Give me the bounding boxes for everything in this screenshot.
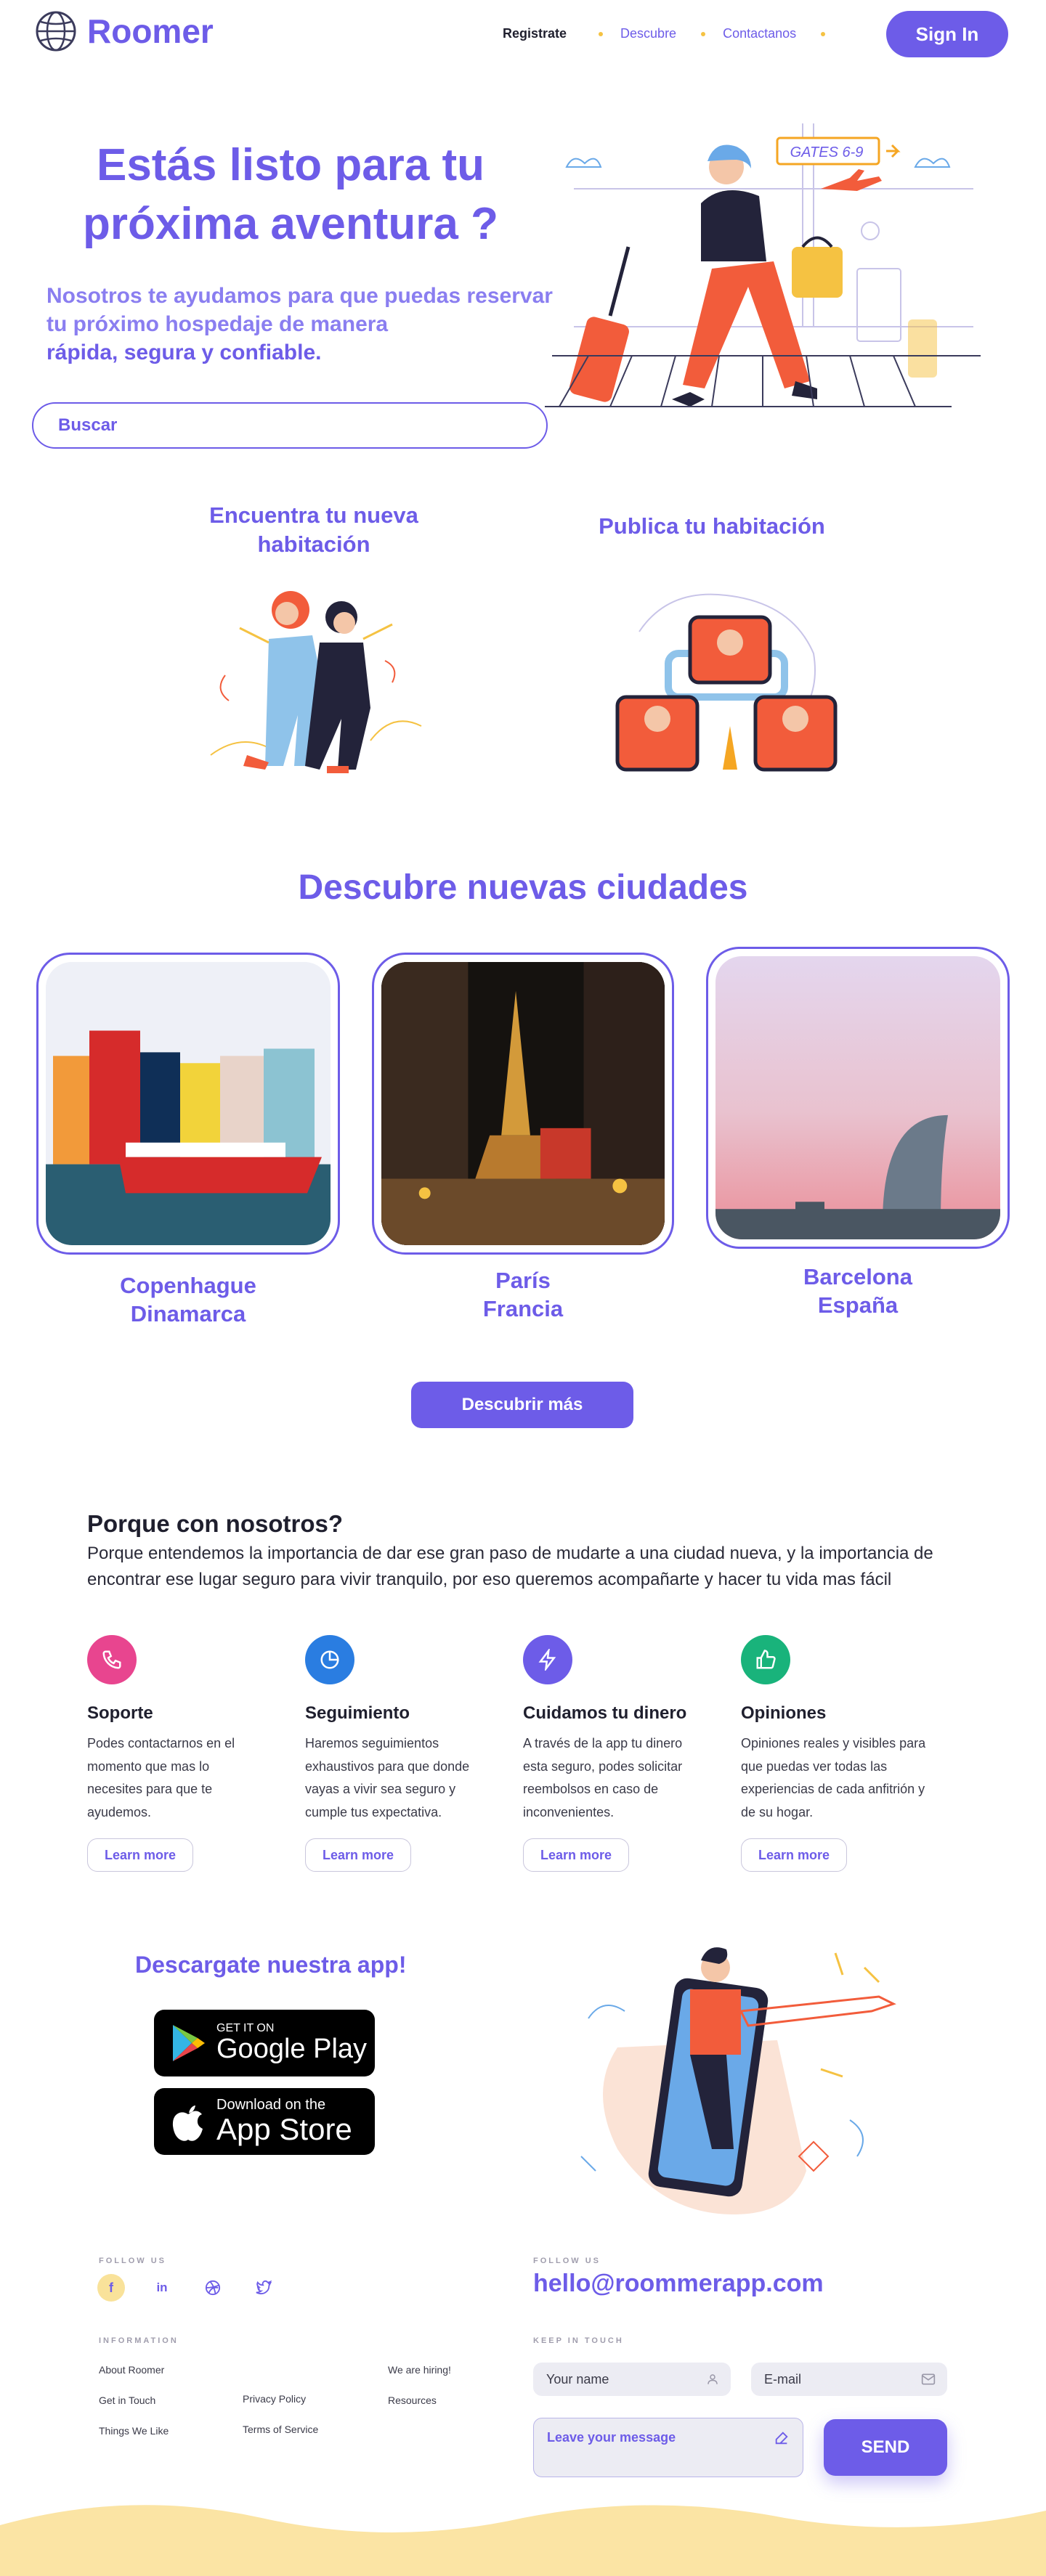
app-download-title: Descargate nuestra app!	[135, 1952, 407, 1978]
google-play-big-text: Google Play	[216, 2034, 368, 2065]
globe-icon	[36, 11, 76, 52]
nav-contactanos[interactable]: Contactanos	[723, 26, 796, 41]
footer-link-resources[interactable]: Resources	[388, 2394, 451, 2406]
hero-traveler-illustration: GATES 6-9	[545, 123, 981, 407]
city-card-barcelona[interactable]	[706, 947, 1010, 1249]
social-icons: f in	[97, 2274, 277, 2302]
send-button[interactable]: SEND	[824, 2419, 947, 2476]
footer-link-about[interactable]: About Roomer	[99, 2364, 169, 2376]
feature-find-room[interactable]: Encuentra tu nueva habitación	[190, 501, 437, 560]
edit-icon	[775, 2432, 788, 2445]
search-input[interactable]: Buscar	[32, 402, 548, 449]
gates-sign-text: GATES 6-9	[790, 144, 864, 160]
learn-more-button[interactable]: Learn more	[741, 1838, 847, 1872]
city-photo-barcelona	[715, 956, 1000, 1239]
feature-card-seguimiento: Seguimiento Haremos seguimientos exhaust…	[305, 1635, 487, 1872]
city-photo-paris	[381, 962, 665, 1245]
learn-more-button[interactable]: Learn more	[87, 1838, 193, 1872]
footer-link-privacy[interactable]: Privacy Policy	[243, 2393, 318, 2405]
city-label-copenhague: Copenhague Dinamarca	[120, 1273, 256, 1326]
city-label-paris: París Francia	[482, 1268, 564, 1321]
app-store-small-text: Download on the	[216, 2097, 326, 2114]
footer-link-get-in-touch[interactable]: Get in Touch	[99, 2394, 169, 2406]
sign-in-button[interactable]: Sign In	[886, 11, 1008, 57]
explorers-illustration	[210, 591, 422, 773]
city-card-copenhague[interactable]	[36, 953, 340, 1255]
feature-card-opiniones: Opiniones Opiniones reales y visibles pa…	[741, 1635, 944, 1872]
app-store-big-text: App Store	[216, 2112, 352, 2147]
learn-more-button[interactable]: Learn more	[523, 1838, 629, 1872]
search-placeholder: Buscar	[58, 415, 118, 435]
city-label-barcelona: Barcelona España	[803, 1264, 912, 1318]
pie-chart-icon	[305, 1635, 354, 1684]
apple-icon	[172, 2106, 203, 2141]
footer-link-hiring[interactable]: We are hiring!	[388, 2364, 451, 2376]
logo[interactable]: Roomer	[35, 10, 214, 52]
app-store-button[interactable]: Download on the App Store	[154, 2088, 375, 2155]
feature-card-soporte: Soporte Podes contactarnos en el momento…	[87, 1635, 262, 1872]
follow-us-label: FOLLOW US	[99, 2257, 166, 2265]
phone-app-illustration	[580, 1947, 896, 2214]
nav-separator	[821, 31, 826, 36]
bolt-icon	[523, 1635, 572, 1684]
user-icon	[708, 2374, 718, 2384]
publish-room-illustration	[615, 593, 838, 772]
keep-in-touch-label: KEEP IN TOUCH	[533, 2336, 624, 2345]
city-card-paris[interactable]	[372, 953, 674, 1255]
feature-publish-room[interactable]: Publica tu habitación	[581, 512, 843, 541]
contact-email[interactable]: hello@roommerapp.com	[533, 2270, 824, 2298]
google-play-button[interactable]: GET IT ON Google Play	[154, 2010, 375, 2076]
google-play-icon	[173, 2025, 205, 2061]
hero-title: Estás listo para tu próxima aventura ?	[83, 140, 498, 249]
city-photo-copenhague	[46, 962, 331, 1245]
why-title: Porque con nosotros?	[87, 1510, 344, 1537]
thumbs-up-icon	[741, 1635, 790, 1684]
linkedin-icon[interactable]: in	[148, 2274, 176, 2302]
learn-more-button[interactable]: Learn more	[305, 1838, 411, 1872]
footer-wave	[0, 2505, 1046, 2576]
nav-separator	[701, 31, 706, 36]
feature-card-dinero: Cuidamos tu dinero A través de la app tu…	[523, 1635, 705, 1872]
cities-section-title: Descubre nuevas ciudades	[298, 868, 748, 907]
brand-name: Roomer	[87, 12, 214, 50]
footer-links-col1: About Roomer Get in Touch Things We Like	[99, 2364, 169, 2437]
discover-more-button[interactable]: Descubrir más	[411, 1382, 633, 1428]
twitter-icon[interactable]	[250, 2274, 277, 2302]
message-field[interactable]: Leave your message	[533, 2418, 803, 2477]
phone-icon	[87, 1635, 137, 1684]
name-field[interactable]: Your name	[533, 2363, 731, 2396]
mail-icon	[921, 2373, 936, 2385]
nav-separator	[599, 31, 604, 36]
email-field[interactable]: E-mail	[751, 2363, 947, 2396]
hero-subtitle: Nosotros te ayudamos para que puedas res…	[46, 284, 553, 364]
nav-registrate[interactable]: Registrate	[503, 26, 567, 41]
nav-descubre[interactable]: Descubre	[620, 26, 676, 41]
information-label: INFORMATION	[99, 2336, 179, 2345]
footer-links-col3: We are hiring! Resources	[388, 2364, 451, 2406]
dribbble-icon[interactable]	[199, 2274, 227, 2302]
footer-link-things-we-like[interactable]: Things We Like	[99, 2425, 169, 2437]
why-text: Porque entendemos la importancia de dar …	[87, 1544, 933, 1589]
facebook-icon[interactable]: f	[97, 2274, 125, 2302]
follow-us-label-2: FOLLOW US	[533, 2257, 601, 2265]
footer-links-col2: Privacy Policy Terms of Service	[243, 2393, 318, 2435]
main-nav: Registrate Descubre Contactanos	[503, 26, 826, 41]
footer-link-terms[interactable]: Terms of Service	[243, 2424, 318, 2435]
